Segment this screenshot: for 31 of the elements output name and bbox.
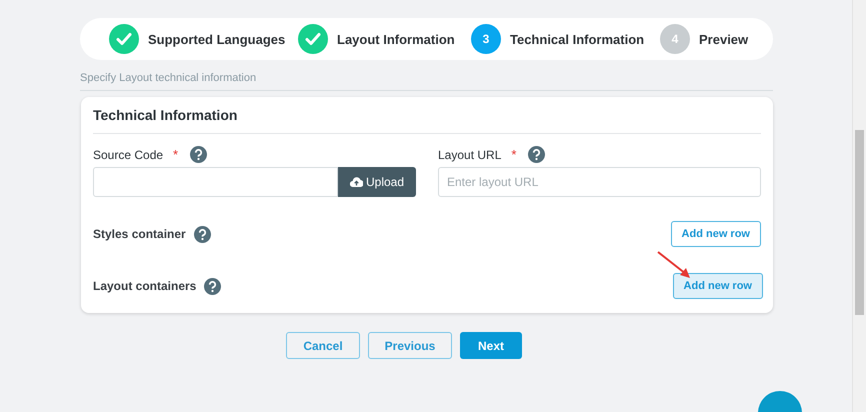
field-label: Source Code — [93, 148, 164, 162]
step-label: Technical Information — [510, 32, 644, 46]
url-field[interactable]: Enter layout URL — [438, 167, 761, 197]
section-label: Styles container — [93, 227, 186, 241]
action-button[interactable]: Cancel — [286, 332, 360, 359]
card-title: Technical Information — [93, 97, 761, 134]
action-button[interactable]: Previous — [368, 332, 452, 359]
subtitle: Specify Layout technical information — [80, 72, 773, 91]
annotation-arrow — [656, 250, 692, 280]
help-icon — [190, 146, 208, 163]
required-mark: * — [511, 147, 516, 162]
section-label: Layout containers — [93, 279, 196, 293]
source-code-field[interactable] — [93, 167, 338, 197]
required-mark: * — [173, 147, 178, 162]
step-label: Preview — [699, 32, 748, 46]
check-icon — [109, 24, 139, 54]
step-label: Layout Information — [337, 32, 455, 46]
help-icon — [204, 278, 222, 294]
scrollbar-thumb[interactable] — [855, 130, 864, 315]
next-button[interactable]: Next — [460, 332, 522, 359]
step-number: 3 — [471, 24, 501, 54]
scrollbar[interactable] — [852, 0, 866, 412]
upload-button[interactable]: Upload — [338, 167, 416, 197]
help-icon — [194, 226, 211, 242]
add-row-button[interactable]: Add new row — [672, 273, 763, 299]
field-label: Layout URL — [438, 148, 502, 162]
add-row-button[interactable]: Add new row — [670, 221, 761, 247]
cloud-upload-icon — [350, 177, 363, 187]
check-icon — [298, 24, 328, 54]
step-label: Supported Languages — [148, 32, 286, 46]
help-icon — [528, 146, 546, 163]
